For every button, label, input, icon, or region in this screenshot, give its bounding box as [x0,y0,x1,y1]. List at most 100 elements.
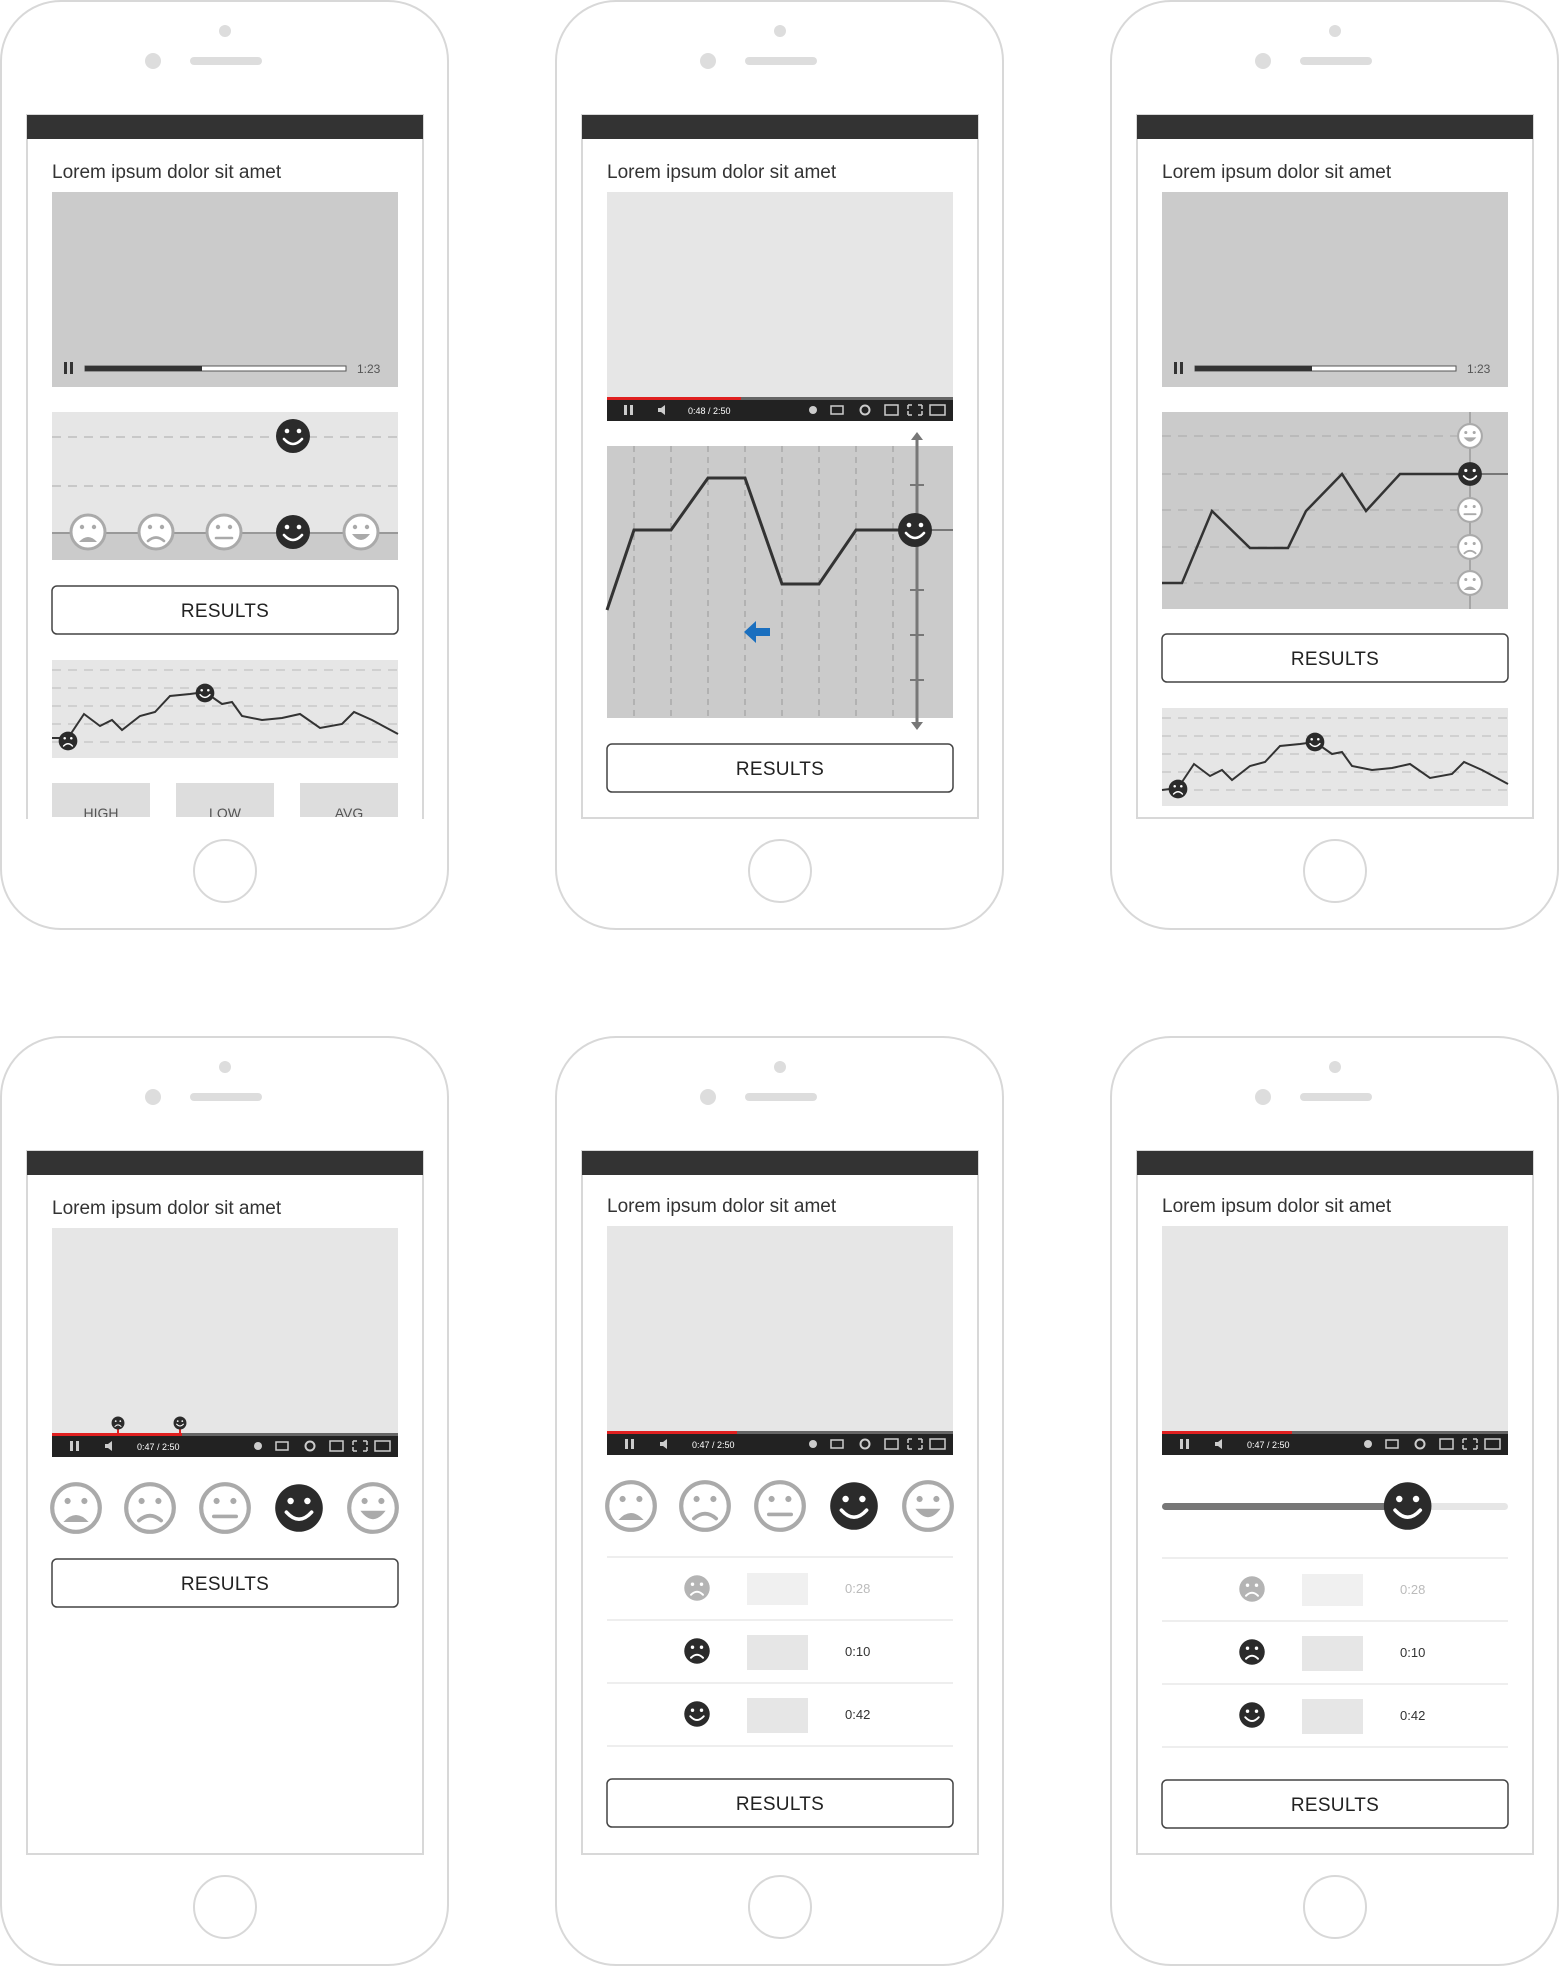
video-player[interactable]: 1:23 [1162,192,1508,387]
emotion-input-chart[interactable] [1162,412,1508,609]
very-sad-face-icon[interactable] [1457,570,1483,596]
speaker-grille [745,57,817,65]
very-sad-face-icon[interactable] [607,1482,655,1530]
timeline-smile-marker-icon[interactable] [173,1416,187,1430]
smile-face-icon[interactable] [273,1482,325,1534]
front-camera-icon [1329,1061,1341,1073]
sad-face-icon[interactable] [1457,534,1483,560]
frown-face-icon [1238,1575,1266,1603]
frown-face-icon [683,1637,711,1665]
video-player[interactable]: 0:47 / 2:50 [52,1228,398,1457]
seek-progress [1162,1431,1292,1434]
home-button[interactable] [193,1875,257,1939]
neutral-face-icon[interactable] [205,513,243,551]
results-button[interactable]: RESULTS [606,1778,954,1828]
reaction-time: 0:42 [845,1707,870,1722]
results-button[interactable]: RESULTS [1161,1779,1509,1829]
emotion-input-panel[interactable] [52,412,398,560]
smile-face-icon [683,1700,711,1728]
sensor-icon [700,53,716,69]
low-point-sad-icon [1167,778,1189,800]
sad-face-icon[interactable] [137,513,175,551]
front-camera-icon [1329,25,1341,37]
results-button[interactable]: RESULTS [606,743,954,793]
front-camera-icon [219,25,231,37]
screen-3-content: Lorem ipsum dolor sit amet 1:23 RESULTS [1161,162,1509,806]
sensor-icon [1255,53,1271,69]
page-title: Lorem ipsum dolor sit amet [52,1198,282,1219]
video-player[interactable]: 0:48 / 2:50 [607,192,953,421]
home-button[interactable] [1303,839,1367,903]
timeline-sad-marker-icon[interactable] [111,1416,125,1430]
video-player[interactable]: 0:47 / 2:50 [607,1226,953,1455]
time-label: 0:47 / 2:50 [1247,1440,1290,1450]
seek-progress [607,1431,737,1434]
big-smile-face-icon[interactable] [904,1482,952,1530]
header-bar [1137,115,1533,139]
big-smile-face-icon[interactable] [342,513,380,551]
emotion-timeline-chart [1161,708,1509,806]
header-bar [27,1151,423,1175]
slider-fill [1162,1503,1408,1510]
thumbnail [747,1698,808,1733]
smile-face-icon[interactable] [1457,461,1483,487]
header-bar [1137,1151,1533,1175]
selected-emotion-marker-icon[interactable] [274,417,312,455]
emotion-drag-chart[interactable] [605,432,953,730]
very-sad-face-icon[interactable] [52,1484,100,1532]
big-smile-face-icon[interactable] [1457,423,1483,449]
frown-face-icon [683,1574,711,1602]
speaker-grille [1300,1093,1372,1101]
results-button-label: RESULTS [1291,1795,1379,1816]
header-bar [582,1151,978,1175]
reaction-time: 0:28 [845,1581,870,1596]
home-button[interactable] [748,1875,812,1939]
front-camera-icon [774,1061,786,1073]
sad-face-icon[interactable] [681,1482,729,1530]
speaker-grille [745,1093,817,1101]
very-sad-face-icon[interactable] [69,513,107,551]
sensor-icon [145,53,161,69]
home-button[interactable] [748,839,812,903]
home-button[interactable] [193,839,257,903]
sensor-icon [145,1089,161,1105]
smile-face-icon[interactable] [274,513,312,551]
reaction-time: 0:10 [1400,1645,1425,1660]
header-bar [582,115,978,139]
results-button-label: RESULTS [181,601,269,622]
time-label: 1:23 [1467,362,1491,376]
neutral-face-icon[interactable] [201,1484,249,1532]
sensor-icon [700,1089,716,1105]
results-button-label: RESULTS [181,1574,269,1595]
results-button[interactable]: RESULTS [51,585,399,635]
results-button-label: RESULTS [736,1794,824,1815]
front-camera-icon [774,25,786,37]
sensor-icon [1255,1089,1271,1105]
results-button[interactable]: RESULTS [51,1558,399,1608]
thumbnail [1302,1699,1363,1734]
results-button[interactable]: RESULTS [1161,633,1509,683]
page-title: Lorem ipsum dolor sit amet [52,162,282,183]
speaker-grille [1300,57,1372,65]
page-title: Lorem ipsum dolor sit amet [607,1196,837,1217]
time-label: 0:47 / 2:50 [692,1440,735,1450]
neutral-face-icon[interactable] [756,1482,804,1530]
slider-thumb-smile-icon[interactable] [1382,1480,1434,1532]
wireframe-board: Lorem ipsum dolor sit amet 1:23 RESULTS … [0,0,1560,1967]
screen-1-content: Lorem ipsum dolor sit amet 1:23 RESULTS … [28,162,422,821]
thumbnail [1302,1636,1363,1671]
page-title: Lorem ipsum dolor sit amet [1162,1196,1392,1217]
neutral-face-icon[interactable] [1457,497,1483,523]
home-button[interactable] [1303,1875,1367,1939]
thumbnail [1302,1574,1363,1606]
smile-face-icon[interactable] [828,1480,880,1532]
video-player[interactable]: 1:23 [52,192,398,387]
results-button-label: RESULTS [736,759,824,780]
reaction-time: 0:10 [845,1644,870,1659]
sad-face-icon[interactable] [126,1484,174,1532]
video-player[interactable]: 0:47 / 2:50 [1162,1226,1508,1455]
high-point-smile-icon [1304,731,1326,753]
drag-handle-smile-icon[interactable] [896,511,934,549]
big-smile-face-icon[interactable] [349,1484,397,1532]
reaction-time: 0:28 [1400,1582,1425,1597]
